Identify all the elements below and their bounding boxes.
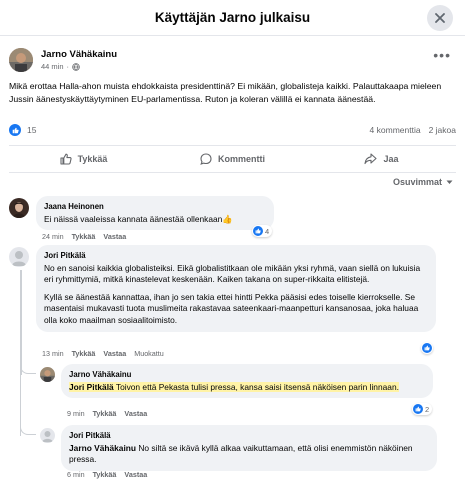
comment-like-link[interactable]: Tykkää <box>93 470 117 479</box>
sort-label: Osuvimmat <box>392 177 442 187</box>
comment-reactions[interactable]: 4 <box>252 225 273 237</box>
comment-text: Toivon että Pekasta tulisi pressa, kansa… <box>113 381 399 392</box>
share-button-label: Jaa <box>383 154 399 164</box>
comment-meta: 9 min Tykkää Vastaa <box>67 409 147 418</box>
comment-author[interactable]: Jarno Vähäkainu <box>69 369 425 381</box>
comment-time[interactable]: 6 min <box>67 470 85 479</box>
comment-text: Kyllä se äänestää kannattaa, ihan jo sen… <box>44 291 419 325</box>
share-icon <box>364 153 378 165</box>
shares-count[interactable]: 2 jakoa <box>429 125 456 135</box>
post-text: Mikä erottaa Halla-ahon muista ehdokkais… <box>9 81 442 104</box>
more-options-icon[interactable]: ••• <box>433 48 451 62</box>
post-meta: 44 min · <box>41 62 80 71</box>
reactions-summary: 15 4 kommenttia 2 jakoa <box>9 123 456 137</box>
share-button[interactable]: Jaa <box>307 146 456 172</box>
comment-bubble: Jori Pitkälä No en sanoisi kaikkia globa… <box>36 245 436 332</box>
thumbs-up-icon <box>60 153 72 165</box>
avatar[interactable] <box>9 247 29 267</box>
comment-sort-dropdown[interactable]: Osuvimmat <box>393 177 453 187</box>
like-reaction-icon <box>413 404 423 414</box>
post-author[interactable]: Jarno Vähäkainu <box>41 49 117 60</box>
comment-author[interactable]: Jori Pitkälä <box>44 250 428 262</box>
avatar[interactable] <box>9 48 33 72</box>
comment-reply-link[interactable]: Vastaa <box>103 349 126 358</box>
close-icon <box>435 13 445 23</box>
reaction-count[interactable]: 15 <box>27 125 36 135</box>
comment-meta: 13 min Tykkää Vastaa Muokattu <box>42 349 164 358</box>
dialog-header: Käyttäjän Jarno julkaisu <box>0 0 465 36</box>
mention-link[interactable]: Jori Pitkälä <box>69 382 114 392</box>
post-header: Jarno Vähäkainu 44 min · ••• <box>0 44 465 76</box>
comment-author[interactable]: Jaana Heinonen <box>44 201 266 213</box>
like-button[interactable]: Tykkää <box>9 146 158 172</box>
like-reaction-icon[interactable] <box>9 124 21 136</box>
comment-text: Ei näissä vaaleissa kannata äänestää oll… <box>44 213 233 224</box>
avatar[interactable] <box>40 367 55 382</box>
comment-button-label: Kommentti <box>218 154 265 164</box>
comment-like-link[interactable]: Tykkää <box>72 349 96 358</box>
globe-icon <box>72 62 80 71</box>
like-button-label: Tykkää <box>77 154 108 164</box>
comment-time[interactable]: 9 min <box>67 409 85 418</box>
comment-bubble: Jarno Vähäkainu Jori Pitkälä Toivon että… <box>61 364 433 399</box>
mention-link[interactable]: Jarno Vähäkainu <box>69 443 136 453</box>
comment-like-link[interactable]: Tykkää <box>93 409 117 418</box>
comment-bubble: Jaana Heinonen Ei näissä vaaleissa kanna… <box>36 196 274 231</box>
comment-reaction-count: 2 <box>425 404 430 414</box>
dialog-title: Käyttäjän Jarno julkaisu <box>154 10 311 25</box>
comment-like-link[interactable]: Tykkää <box>72 232 96 241</box>
thread-connector <box>20 420 36 435</box>
like-reaction-icon <box>253 226 263 236</box>
comment-bubble: Jori Pitkälä Jarno Vähäkainu No siltä se… <box>61 425 437 471</box>
comment-reply-link[interactable]: Vastaa <box>124 470 147 479</box>
comment-time[interactable]: 13 min <box>42 349 64 358</box>
comment-reaction-count: 4 <box>265 226 270 236</box>
comment-reactions[interactable]: 2 <box>412 403 433 415</box>
comment-icon <box>200 153 212 165</box>
comment-reply-link[interactable]: Vastaa <box>124 409 147 418</box>
comment-button[interactable]: Kommentti <box>158 146 307 172</box>
avatar[interactable] <box>40 428 55 443</box>
chevron-down-icon <box>446 180 453 184</box>
like-reaction-icon <box>422 343 432 353</box>
comments-count[interactable]: 4 kommenttia <box>370 125 421 135</box>
comment-author[interactable]: Jori Pitkälä <box>69 430 429 442</box>
comment-meta: 6 min Tykkää Vastaa <box>67 470 147 479</box>
edited-label: Muokattu <box>134 349 164 358</box>
avatar[interactable] <box>9 198 29 218</box>
post-time[interactable]: 44 min <box>41 62 64 71</box>
comment-meta: 24 min Tykkää Vastaa <box>42 232 126 241</box>
close-button[interactable] <box>427 5 453 31</box>
comment-reply-link[interactable]: Vastaa <box>103 232 126 241</box>
comment-text: No en sanoisi kaikkia globalisteiksi. Ei… <box>44 262 421 285</box>
post-action-bar: Tykkää Kommentti Jaa <box>9 145 456 173</box>
comment-time[interactable]: 24 min <box>42 232 64 241</box>
comment-reactions[interactable] <box>421 342 433 354</box>
